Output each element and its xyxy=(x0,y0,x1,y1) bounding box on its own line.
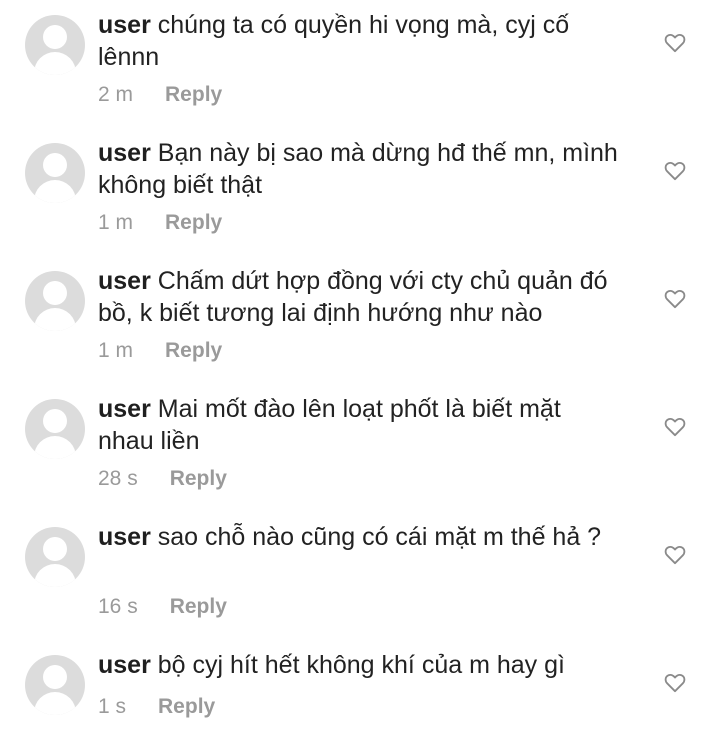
comment-timestamp: 28 s xyxy=(98,467,138,490)
comment-body: user Bạn này bị sao mà dừng hđ thế mn, m… xyxy=(98,137,618,201)
comment-text: Mai mốt đào lên loạt phốt là biết mặt nh… xyxy=(98,395,561,455)
comment-meta: 1 m Reply xyxy=(98,339,222,363)
reply-button[interactable]: Reply xyxy=(165,211,222,234)
comment-timestamp: 2 m xyxy=(98,83,134,106)
heart-icon[interactable] xyxy=(664,161,686,181)
comment-username[interactable]: user xyxy=(98,11,151,39)
comment-timestamp: 1 s xyxy=(98,695,127,718)
comment-timestamp: 1 m xyxy=(98,339,134,362)
comment-username[interactable]: user xyxy=(98,523,151,551)
comment-text: bộ cyj hít hết không khí của m hay gì xyxy=(157,651,565,679)
comment-username[interactable]: user xyxy=(98,651,151,679)
avatar[interactable] xyxy=(25,143,85,203)
heart-icon[interactable] xyxy=(664,33,686,53)
heart-icon[interactable] xyxy=(664,673,686,693)
comment-body: user Mai mốt đào lên loạt phốt là biết m… xyxy=(98,393,618,457)
comment-username[interactable]: user xyxy=(98,395,151,423)
comment-body: user sao chỗ nào cũng có cái mặt m thế h… xyxy=(98,521,618,553)
comment-text: sao chỗ nào cũng có cái mặt m thế hả ? xyxy=(157,523,602,551)
avatar[interactable] xyxy=(25,399,85,459)
comment-list: user chúng ta có quyền hi vọng mà, cyj c… xyxy=(0,0,720,734)
comment-meta: 28 s Reply xyxy=(98,467,227,491)
avatar[interactable] xyxy=(25,271,85,331)
comment-timestamp: 16 s xyxy=(98,595,138,618)
reply-button[interactable]: Reply xyxy=(158,695,215,718)
reply-button[interactable]: Reply xyxy=(165,339,222,362)
heart-icon[interactable] xyxy=(664,545,686,565)
comment-body: user Chấm dứt hợp đồng với cty chủ quản … xyxy=(98,265,618,329)
reply-button[interactable]: Reply xyxy=(165,83,222,106)
comment-body: user bộ cyj hít hết không khí của m hay … xyxy=(98,649,618,681)
avatar[interactable] xyxy=(25,15,85,75)
heart-icon[interactable] xyxy=(664,417,686,437)
comment-meta: 1 m Reply xyxy=(98,211,222,235)
comment-username[interactable]: user xyxy=(98,139,151,167)
comment-username[interactable]: user xyxy=(98,267,151,295)
comment-text: Chấm dứt hợp đồng với cty chủ quản đó bồ… xyxy=(98,267,608,327)
reply-button[interactable]: Reply xyxy=(170,467,227,490)
comment-text: Bạn này bị sao mà dừng hđ thế mn, mình k… xyxy=(98,139,618,199)
reply-button[interactable]: Reply xyxy=(170,595,227,618)
comment-meta: 1 s Reply xyxy=(98,695,215,719)
avatar[interactable] xyxy=(25,655,85,715)
heart-icon[interactable] xyxy=(664,289,686,309)
comment-meta: 2 m Reply xyxy=(98,83,222,107)
avatar[interactable] xyxy=(25,527,85,587)
comment-meta: 16 s Reply xyxy=(98,595,227,619)
comment-body: user chúng ta có quyền hi vọng mà, cyj c… xyxy=(98,9,618,73)
comment-timestamp: 1 m xyxy=(98,211,134,234)
comment-text: chúng ta có quyền hi vọng mà, cyj cố lên… xyxy=(98,11,570,71)
